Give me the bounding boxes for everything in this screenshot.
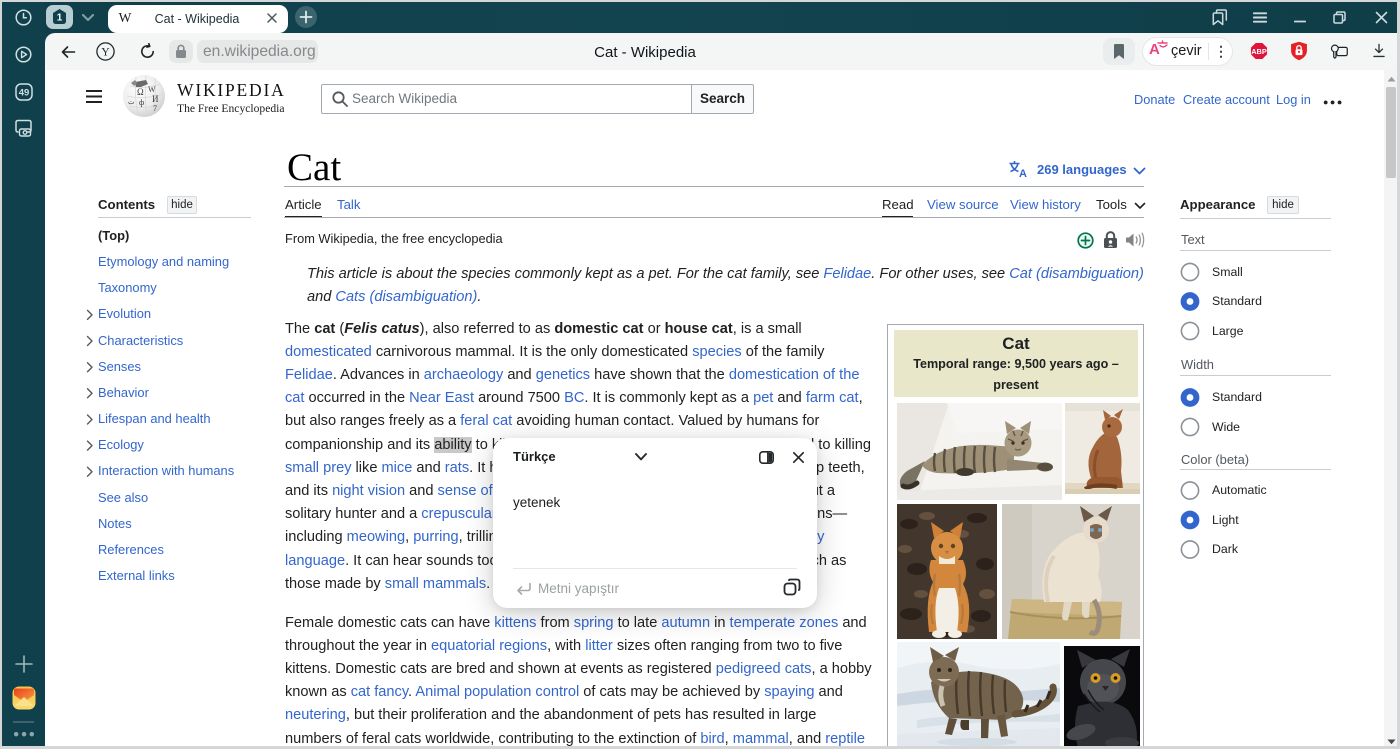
svg-text:ABP: ABP	[1251, 47, 1267, 56]
svg-text:И: И	[152, 94, 159, 104]
svg-text:ф: ф	[139, 98, 144, 107]
svg-text:1: 1	[57, 13, 63, 24]
svg-text:49: 49	[19, 88, 30, 99]
svg-text:7: 7	[153, 104, 157, 113]
svg-text:Y: Y	[101, 46, 110, 58]
svg-text:ت: ت	[128, 98, 135, 106]
svg-text:W: W	[148, 85, 156, 94]
svg-text:Ω: Ω	[137, 87, 144, 97]
svg-text:A: A	[1019, 168, 1027, 178]
